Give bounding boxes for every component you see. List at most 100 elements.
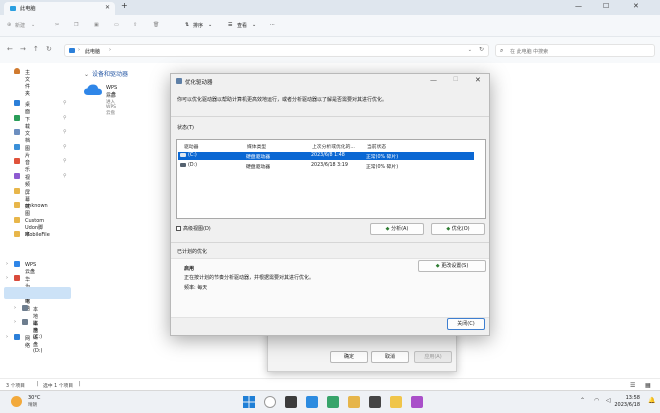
breadcrumb-separator-icon[interactable]: › bbox=[78, 47, 80, 53]
change-settings-button[interactable]: ◆ 更改设置(S) bbox=[418, 260, 486, 272]
drive-media-type: 硬盘驱动器 bbox=[246, 165, 270, 170]
address-dropdown-icon[interactable]: ⌄ bbox=[468, 47, 472, 53]
advanced-view-checkbox[interactable]: 高级视图(D) bbox=[176, 225, 211, 232]
search-placeholder: 在 此电脑 中搜索 bbox=[510, 49, 549, 55]
folder-icon bbox=[14, 202, 20, 208]
search-box[interactable]: ⌕ 在 此电脑 中搜索 bbox=[495, 44, 655, 57]
refresh-icon[interactable]: ↻ bbox=[46, 45, 52, 53]
column-header-drive[interactable]: 驱动器 bbox=[184, 143, 198, 150]
analyze-button[interactable]: ◆ 分析(A) bbox=[370, 223, 424, 235]
chevron-right-icon[interactable]: › bbox=[14, 305, 16, 311]
close-button[interactable]: 关闭(C) bbox=[447, 318, 485, 330]
section-devices-drives[interactable]: ⌄ 设备和驱动器 bbox=[84, 69, 128, 78]
terminal-icon[interactable] bbox=[369, 396, 381, 408]
drive-row-d[interactable]: (D:) 硬盘驱动器 2023/6/18 3:19 正常(0% 碎片) bbox=[178, 162, 474, 170]
more-button[interactable]: ··· bbox=[270, 22, 275, 28]
new-dropdown-icon[interactable]: ⌄ bbox=[31, 22, 35, 28]
dialog-close-button[interactable]: ✕ bbox=[475, 76, 481, 84]
column-header-last-run[interactable]: 上次分析或优化的... bbox=[312, 143, 355, 150]
drive-last-run: 2023/6/8 1:48 bbox=[311, 153, 345, 158]
checkbox-box bbox=[176, 225, 181, 231]
shield-icon: ◆ bbox=[435, 263, 440, 269]
drive-status: 正常(0% 碎片) bbox=[366, 165, 399, 170]
minimize-button[interactable]: — bbox=[575, 2, 582, 10]
view-dropdown-icon[interactable]: ⌄ bbox=[252, 22, 256, 28]
drive-row-c[interactable]: (C:) 硬盘驱动器 2023/6/8 1:48 正常(0% 碎片) bbox=[178, 152, 474, 160]
ok-button[interactable]: 确定 bbox=[330, 351, 368, 363]
share-icon[interactable]: ⇪ bbox=[133, 22, 137, 28]
column-header-media-type[interactable]: 媒体类型 bbox=[247, 143, 266, 150]
tab-close-icon[interactable]: ✕ bbox=[105, 4, 110, 11]
close-window-button[interactable]: ✕ bbox=[633, 2, 639, 10]
sort-icon: ⇅ bbox=[185, 22, 190, 28]
sidebar-item-label: 主文件夹 bbox=[25, 70, 31, 97]
schedule-frequency: 频率: 每天 bbox=[184, 285, 208, 291]
details-view-icon[interactable]: ☰ bbox=[630, 382, 635, 389]
rename-icon[interactable]: ▭ bbox=[114, 22, 119, 28]
maximize-button[interactable]: ☐ bbox=[603, 2, 609, 10]
sidebar-item-label: 视频 bbox=[25, 175, 31, 188]
clock[interactable]: 13:58 2023/6/18 bbox=[614, 395, 640, 409]
library-icon bbox=[14, 129, 20, 135]
wps-cloud-desc: 双击进入WPS云盘 bbox=[106, 94, 117, 116]
chevron-right-icon[interactable]: › bbox=[6, 261, 8, 267]
dialog-minimize-button[interactable]: — bbox=[430, 76, 437, 84]
breadcrumb-separator-icon[interactable]: › bbox=[109, 47, 111, 53]
back-arrow-icon[interactable]: ← bbox=[7, 45, 13, 53]
forward-arrow-icon[interactable]: → bbox=[20, 45, 26, 53]
selected-count: 选中 1 个项目 bbox=[43, 384, 74, 389]
selected-row-highlight bbox=[4, 287, 71, 299]
breadcrumb-this-pc[interactable]: 此电脑 bbox=[85, 48, 100, 55]
sidebar-item-label: unknown bbox=[25, 203, 48, 209]
optimize-drives-icon bbox=[176, 78, 182, 84]
app-icon[interactable] bbox=[327, 396, 339, 408]
sun-icon bbox=[11, 396, 22, 407]
chevron-right-icon[interactable]: › bbox=[6, 334, 8, 340]
new-tab-button[interactable]: + bbox=[121, 1, 128, 10]
new-button[interactable]: 新建 bbox=[15, 22, 25, 29]
column-header-status[interactable]: 当前状态 bbox=[367, 143, 386, 150]
drive-table[interactable]: 驱动器 媒体类型 上次分析或优化的... 当前状态 (C:) 硬盘驱动器 202… bbox=[176, 139, 486, 219]
wifi-icon[interactable]: ◠ bbox=[594, 397, 599, 404]
copy-icon[interactable]: ❐ bbox=[74, 22, 78, 28]
weather-widget[interactable]: 30°C 晴朗 bbox=[6, 391, 66, 413]
address-bar[interactable]: › 此电脑 › ⌄ ↻ bbox=[64, 44, 489, 57]
up-arrow-icon[interactable]: ↑ bbox=[33, 45, 39, 53]
change-settings-label: 更改设置(S) bbox=[441, 263, 469, 269]
widgets-icon[interactable] bbox=[306, 396, 318, 408]
status-bar: 3 个项目 | 选中 1 个项目 | ☰ ▦ bbox=[0, 378, 660, 390]
start-icon[interactable] bbox=[243, 396, 255, 408]
item-count: 3 个项目 bbox=[6, 384, 25, 389]
cancel-button[interactable]: 取消 bbox=[371, 351, 409, 363]
drive-name: (D:) bbox=[188, 163, 198, 168]
refresh-icon[interactable]: ↻ bbox=[479, 46, 484, 53]
optimize-button[interactable]: ◆ 优化(O) bbox=[431, 223, 485, 235]
apply-button[interactable]: 应用(A) bbox=[414, 351, 452, 363]
tray-chevron-icon[interactable]: ⌃ bbox=[580, 397, 585, 404]
task-view-icon[interactable] bbox=[285, 396, 297, 408]
divider bbox=[171, 242, 489, 243]
sort-button[interactable]: 排序 bbox=[193, 22, 203, 29]
volume-icon[interactable]: ◁ bbox=[606, 397, 611, 404]
sidebar-item-label: 图片 bbox=[25, 146, 31, 159]
notification-icon[interactable]: 🔔 bbox=[648, 397, 655, 404]
view-button[interactable]: 查看 bbox=[237, 22, 247, 29]
command-bar: ⊕ 新建 ⌄ ✂ ❐ ▣ ▭ ⇪ 🗑 ⇅ 排序 ⌄ ☰ 查看 ⌄ ··· bbox=[0, 15, 660, 37]
search-taskbar-icon[interactable] bbox=[264, 396, 276, 408]
optimize-app-icon[interactable] bbox=[411, 396, 423, 408]
section-title: 设备和驱动器 bbox=[92, 71, 129, 78]
delete-icon[interactable]: 🗑 bbox=[153, 22, 159, 28]
status-label: 状态(T) bbox=[177, 125, 194, 131]
library-icon bbox=[14, 144, 20, 150]
file-explorer-icon[interactable] bbox=[390, 396, 402, 408]
chevron-right-icon[interactable]: › bbox=[6, 275, 8, 281]
tiles-view-icon[interactable]: ▦ bbox=[645, 382, 651, 389]
shield-icon: ◆ bbox=[446, 226, 451, 232]
paste-icon[interactable]: ▣ bbox=[94, 22, 99, 28]
advanced-view-label: 高级视图(D) bbox=[183, 226, 211, 232]
tab-this-pc[interactable]: 此电脑 ✕ bbox=[4, 2, 115, 15]
sort-dropdown-icon[interactable]: ⌄ bbox=[208, 22, 212, 28]
chevron-right-icon[interactable]: › bbox=[14, 319, 16, 325]
cut-icon[interactable]: ✂ bbox=[55, 22, 59, 28]
people-icon[interactable] bbox=[348, 396, 360, 408]
